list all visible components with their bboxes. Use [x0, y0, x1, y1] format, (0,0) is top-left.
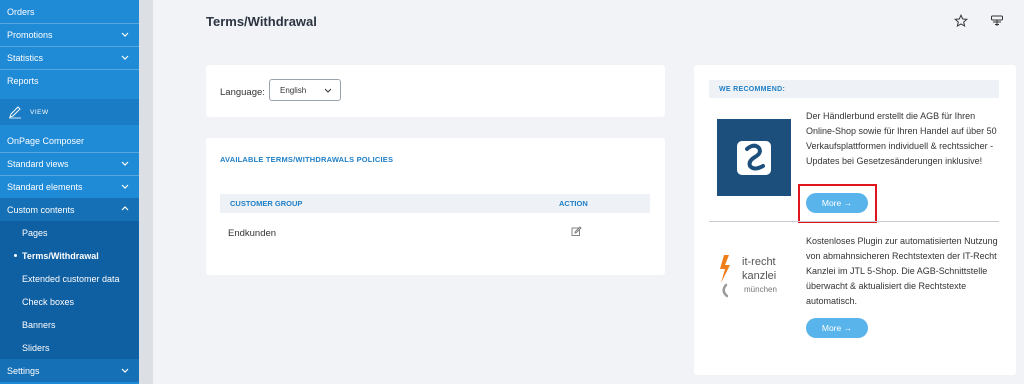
chevron-down-icon: [121, 55, 129, 60]
recommend-divider: [709, 221, 999, 222]
sidebar-section-label: VIEW: [30, 108, 49, 116]
recommend-card: WE RECOMMEND: Der Händlerbund erstellt d…: [694, 65, 1016, 375]
pencil-icon: [9, 106, 21, 119]
sidebar-item-label: Statistics: [7, 52, 44, 63]
sidebar-item-label: Reports: [7, 75, 39, 86]
sidebar-item-label: Settings: [7, 365, 40, 376]
sidebar-subitem-pages[interactable]: Pages: [0, 221, 139, 244]
sidebar-item-standard-views[interactable]: Standard views: [0, 152, 139, 175]
sidebar-item-label: Standard elements: [7, 181, 83, 192]
logo-text-line: it-recht: [742, 256, 776, 268]
logo-text-line: kanzlei: [742, 270, 776, 282]
sidebar-item-label: Standard views: [7, 158, 69, 169]
sidebar: Orders Promotions Statistics Reports VIE…: [0, 0, 139, 384]
chevron-down-icon: [121, 32, 129, 37]
more-button-it-recht[interactable]: More →: [806, 318, 868, 338]
it-recht-kanzlei-logo[interactable]: it-recht kanzlei münchen: [715, 247, 793, 299]
language-label: Language:: [220, 87, 265, 98]
sidebar-subitem-label: Check boxes: [22, 296, 75, 307]
sidebar-item-onpage-composer[interactable]: OnPage Composer: [0, 129, 139, 152]
sidebar-item-custom-contents[interactable]: Custom contents: [0, 198, 139, 221]
table-header: CUSTOMER GROUP ACTION: [220, 194, 650, 213]
recommend-text-haendlerbund: Der Händlerbund erstellt die AGB für Ihr…: [806, 111, 997, 166]
sidebar-subitem-banners[interactable]: Banners: [0, 313, 139, 336]
recommend-title: WE RECOMMEND:: [709, 80, 999, 98]
haendlerbund-logo[interactable]: [717, 119, 791, 196]
sidebar-subitem-label: Terms/Withdrawal: [22, 250, 99, 261]
language-card: Language: English: [206, 65, 665, 117]
sidebar-item-label: Orders: [7, 6, 35, 17]
language-select[interactable]: English: [269, 79, 341, 101]
sidebar-subitem-check-boxes[interactable]: Check boxes: [0, 290, 139, 313]
column-header-customer-group: CUSTOMER GROUP: [230, 199, 303, 208]
recommend-text-it-recht: Kostenloses Plugin zur automatisierten N…: [806, 236, 998, 306]
sidebar-item-promotions[interactable]: Promotions: [0, 23, 139, 46]
sidebar-subitem-label: Banners: [22, 319, 56, 330]
chevron-down-icon: [121, 184, 129, 189]
highlight-box: [798, 184, 877, 223]
chevron-up-icon: [121, 206, 129, 211]
sidebar-subitem-label: Extended customer data: [22, 273, 120, 284]
sidebar-subitem-terms-withdrawal[interactable]: Terms/Withdrawal: [0, 244, 139, 267]
column-header-action: ACTION: [559, 199, 588, 208]
sidebar-item-orders[interactable]: Orders: [0, 0, 139, 23]
sidebar-item-standard-elements[interactable]: Standard elements: [0, 175, 139, 198]
edit-icon[interactable]: [571, 226, 582, 237]
sidebar-section-view: VIEW: [0, 99, 139, 125]
active-dot-icon: [14, 254, 17, 257]
sidebar-item-label: OnPage Composer: [7, 135, 85, 146]
language-select-value: English: [280, 85, 307, 95]
sidebar-subitem-sliders[interactable]: Sliders: [0, 336, 139, 359]
sidebar-item-settings[interactable]: Settings: [0, 359, 139, 382]
sidebar-subitem-extended-customer-data[interactable]: Extended customer data: [0, 267, 139, 290]
sidebar-subitem-label: Pages: [22, 227, 48, 238]
chevron-down-icon: [121, 368, 129, 373]
sidebar-gutter: [139, 0, 153, 384]
logo-text-line: münchen: [744, 285, 777, 294]
star-icon[interactable]: [954, 14, 968, 28]
policies-title: AVAILABLE TERMS/WITHDRAWALS POLICIES: [220, 155, 394, 164]
layout-icon[interactable]: [990, 14, 1004, 28]
sidebar-subitem-label: Sliders: [22, 342, 50, 353]
chevron-down-icon: [324, 88, 332, 93]
sidebar-item-label: Custom contents: [7, 204, 75, 215]
policies-card: AVAILABLE TERMS/WITHDRAWALS POLICIES CUS…: [206, 138, 665, 275]
sidebar-item-label: Promotions: [7, 29, 53, 40]
sidebar-item-statistics[interactable]: Statistics: [0, 46, 139, 69]
page-title: Terms/Withdrawal: [206, 14, 317, 29]
sidebar-item-reports[interactable]: Reports: [0, 69, 139, 92]
chevron-down-icon: [121, 161, 129, 166]
customer-group-cell: Endkunden: [228, 228, 277, 239]
